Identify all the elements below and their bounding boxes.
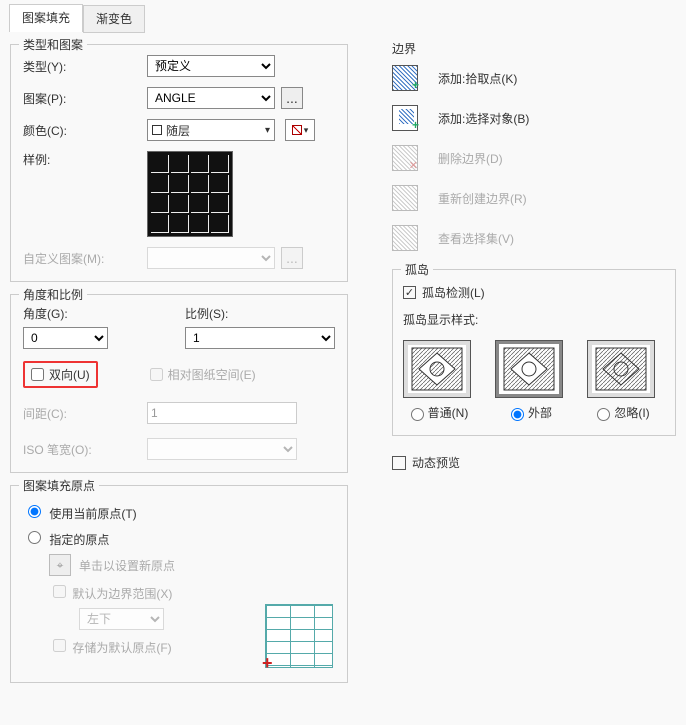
island-normal-swatch[interactable] — [403, 340, 471, 398]
label-bidirectional: 双向(U) — [49, 366, 90, 383]
select-iso-pen — [147, 438, 297, 460]
pattern-browse-button[interactable]: ... — [281, 87, 303, 109]
label-add-select: 添加:选择对象(B) — [438, 110, 529, 127]
island-ignore-icon — [595, 347, 647, 391]
tab-hatch[interactable]: 图案填充 — [9, 4, 83, 32]
group-type-pattern: 类型和图案 类型(Y): 预定义 图案(P): ANGLE ... 颜色(C):… — [10, 44, 348, 282]
label-store-default: 存储为默认原点(F) — [72, 641, 171, 655]
select-pattern[interactable]: ANGLE — [147, 87, 275, 109]
label-type: 类型(Y): — [23, 58, 147, 75]
label-angle: 角度(G): — [23, 305, 155, 322]
radio-island-normal[interactable] — [411, 408, 424, 421]
label-relative-paper: 相对图纸空间(E) — [168, 366, 256, 383]
island-normal-icon — [411, 347, 463, 391]
checkbox-bidirectional[interactable] — [31, 368, 44, 381]
label-sample: 样例: — [23, 151, 147, 168]
island-outer-icon — [503, 347, 555, 391]
select-custom-pattern — [147, 247, 275, 269]
no-color-icon — [292, 125, 302, 135]
origin-preview — [265, 604, 333, 668]
label-color: 颜色(C): — [23, 122, 147, 139]
legend-origin: 图案填充原点 — [19, 477, 99, 494]
bgcolor-swatch[interactable]: ▾ — [285, 119, 315, 141]
island-ignore-swatch[interactable] — [587, 340, 655, 398]
legend-type-pattern: 类型和图案 — [19, 36, 87, 53]
pattern-sample-preview[interactable] — [147, 151, 233, 237]
group-origin: 图案填充原点 使用当前原点(T) 指定的原点 ⌖ 单击以设置新原点 — [10, 485, 348, 683]
label-spacing: 间距(C): — [23, 405, 147, 422]
label-island-style: 孤岛显示样式: — [403, 311, 665, 328]
radio-island-outer[interactable] — [511, 408, 524, 421]
label-remove-boundary: 删除边界(D) — [438, 150, 503, 167]
recreate-boundary-button — [392, 185, 418, 211]
label-click-set-origin: 单击以设置新原点 — [79, 557, 175, 574]
label-add-pick: 添加:拾取点(K) — [438, 70, 517, 87]
radio-specified-origin[interactable] — [28, 531, 41, 544]
checkbox-dynamic-preview[interactable] — [392, 456, 406, 470]
checkbox-relative-paper — [150, 368, 163, 381]
label-default-extent: 默认为边界范围(X) — [72, 587, 172, 601]
checkbox-island-detect[interactable]: ✓ — [403, 286, 416, 299]
label-dynamic-preview: 动态预览 — [412, 454, 460, 471]
select-type[interactable]: 预定义 — [147, 55, 275, 77]
label-view-selection: 查看选择集(V) — [438, 230, 514, 247]
label-iso-pen: ISO 笔宽(O): — [23, 441, 147, 458]
custom-pattern-browse-button: ... — [281, 247, 303, 269]
checkbox-default-extent — [53, 585, 66, 598]
crosshair-icon: ⌖ — [57, 558, 64, 573]
bylayer-swatch-icon — [152, 125, 162, 135]
radio-island-ignore[interactable] — [597, 408, 610, 421]
label-recreate-boundary: 重新创建边界(R) — [438, 190, 527, 207]
pick-origin-button: ⌖ — [49, 554, 71, 576]
chevron-down-icon: ▾ — [265, 125, 270, 136]
group-angle-scale: 角度和比例 角度(G): 0 比例(S): 1 — [10, 294, 348, 473]
island-outer-swatch[interactable] — [495, 340, 563, 398]
select-color[interactable]: 随层 ▾ — [147, 119, 275, 141]
remove-boundary-button: ✕ — [392, 145, 418, 171]
plus-icon: + — [412, 118, 419, 132]
add-pick-point-button[interactable]: + — [392, 65, 418, 91]
select-scale[interactable]: 1 — [185, 327, 335, 349]
tab-gradient[interactable]: 渐变色 — [83, 5, 145, 33]
label-pattern: 图案(P): — [23, 90, 147, 107]
label-boundary-section: 边界 — [392, 40, 682, 57]
input-spacing — [147, 402, 297, 424]
add-select-objects-button[interactable]: + — [392, 105, 418, 131]
checkbox-island-detect-label[interactable]: ✓ 孤岛检测(L) — [403, 284, 485, 301]
label-scale: 比例(S): — [185, 305, 335, 322]
chevron-down-icon: ▾ — [304, 125, 309, 136]
radio-specified-origin-label[interactable]: 指定的原点 — [23, 533, 109, 547]
legend-angle-scale: 角度和比例 — [19, 286, 87, 303]
radio-use-current-origin[interactable] — [28, 505, 41, 518]
label-custom-pattern: 自定义图案(M): — [23, 250, 147, 267]
select-angle[interactable]: 0 — [23, 327, 108, 349]
view-selection-button — [392, 225, 418, 251]
plus-icon: + — [412, 78, 419, 92]
x-icon: ✕ — [409, 159, 418, 172]
highlight-box: 双向(U) — [23, 361, 98, 388]
radio-use-current-origin-label[interactable]: 使用当前原点(T) — [23, 507, 137, 521]
legend-island: 孤岛 — [401, 261, 433, 278]
checkbox-store-default — [53, 639, 66, 652]
select-extent-pos: 左下 — [79, 608, 164, 630]
